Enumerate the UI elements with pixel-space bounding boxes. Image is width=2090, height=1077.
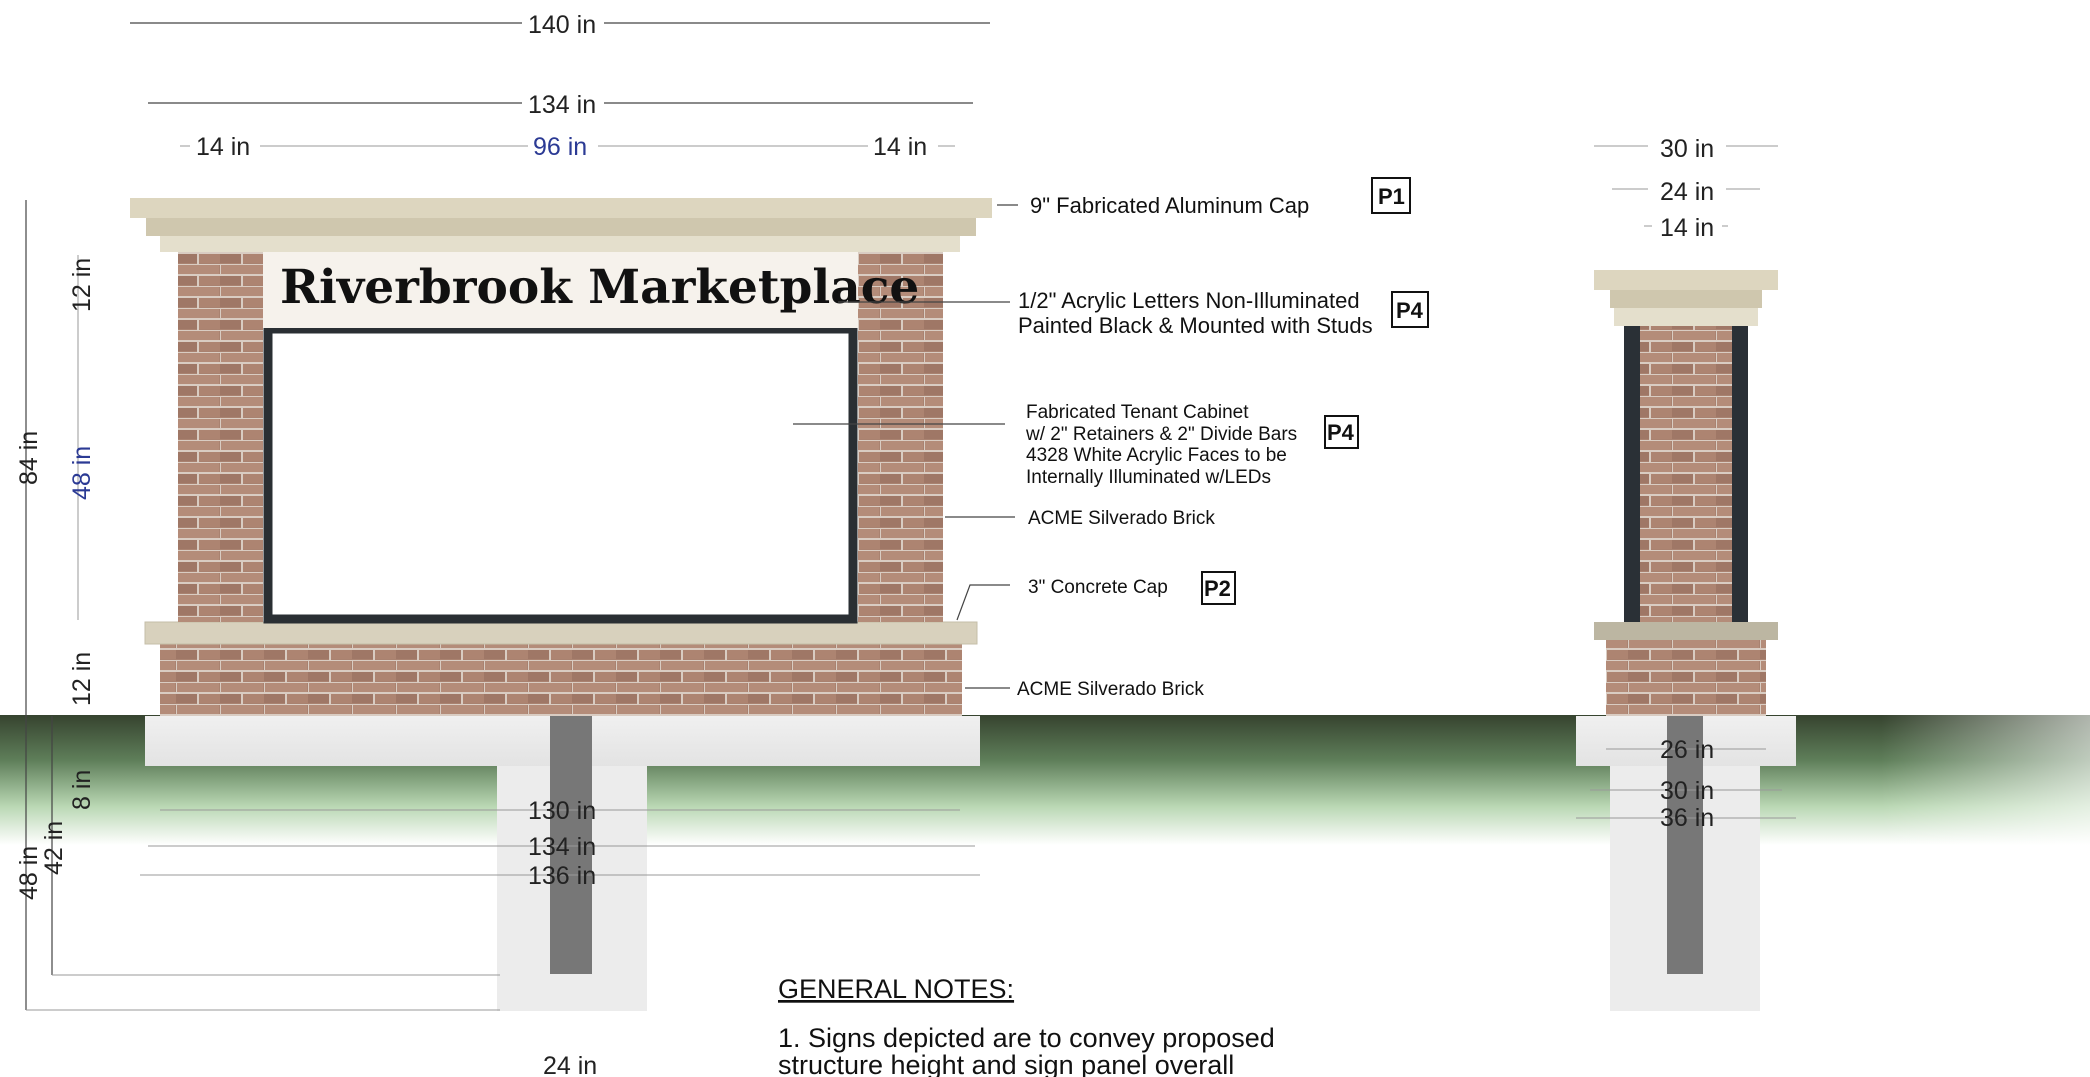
dim-8: 8 in [68,770,96,810]
callout-cabinet-line3: 4328 White Acrylic Faces to be [1026,445,1287,466]
dim-140: 140 in [528,11,596,39]
dim-48-blue: 48 in [68,446,96,500]
callout-cap-tag: P1 [1378,184,1405,209]
general-notes: GENERAL NOTES: 1. Signs depicted are to … [778,974,1275,1077]
callout-letters-line2: Painted Black & Mounted with Studs [1018,313,1373,338]
dim-136: 136 in [528,862,596,890]
left-pillar [178,252,263,622]
dim-96: 96 in [533,133,587,161]
dim-84: 84 in [15,431,43,485]
callout-cabinet-tag: P4 [1327,420,1355,445]
dim-48-below: 48 in [15,846,43,900]
callout-letters-tag: P4 [1396,298,1424,323]
callout-cap-text: 9" Fabricated Aluminum Cap [1030,193,1309,218]
sign-title: Riverbrook Marketplace [280,260,919,315]
dim-12-base: 12 in [68,652,96,706]
callout-brick-pillar: ACME Silverado Brick [1028,508,1215,529]
callout-concrete-tag: P2 [1204,576,1231,601]
callout-cabinet: Fabricated Tenant Cabinet w/ 2" Retainer… [1025,402,1359,488]
top-dimensions: 140 in 134 in 14 in 96 in 14 in [190,8,938,161]
callout-cabinet-line1: Fabricated Tenant Cabinet [1026,402,1249,423]
aluminum-cap [130,198,992,252]
side-dim-30: 30 in [1660,135,1714,163]
side-dim-14: 14 in [1660,214,1714,242]
sign-elevation-drawing: Riverbrook Marketplace 140 in 134 in 14 … [0,8,2090,1077]
notes-heading: GENERAL NOTES: [778,974,1014,1004]
callout-concrete: 3" Concrete Cap P2 [1028,571,1236,605]
callout-letters: 1/2" Acrylic Letters Non-Illuminated Pai… [1018,288,1429,338]
dim-24: 24 in [543,1052,597,1077]
concrete-cap [144,621,978,645]
callout-letters-line1: 1/2" Acrylic Letters Non-Illuminated [1018,288,1360,313]
notes-line2: structure height and sign panel overall [778,1050,1234,1077]
side-dim-26: 26 in [1660,736,1714,764]
dim-134: 134 in [528,91,596,119]
brick-base [160,642,962,716]
callout-cap: 9" Fabricated Aluminum Cap P1 [1030,177,1411,218]
side-dim-30-footing: 30 in [1660,777,1714,805]
callout-cabinet-line2: w/ 2" Retainers & 2" Divide Bars [1025,424,1297,445]
side-view [1576,270,1796,1011]
side-dim-36: 36 in [1660,804,1714,832]
callout-cabinet-line4: Internally Illuminated w/LEDs [1026,467,1271,488]
callout-brick-base: ACME Silverado Brick [1017,679,1204,700]
dim-130: 130 in [528,797,596,825]
dim-14-left: 14 in [196,133,250,161]
callout-brick2-text: ACME Silverado Brick [1017,679,1204,700]
side-dim-24: 24 in [1660,178,1714,206]
callout-concrete-text: 3" Concrete Cap [1028,577,1168,598]
notes-line1: 1. Signs depicted are to convey proposed [778,1023,1275,1053]
tenant-cabinet [263,324,858,624]
callout-brick1-text: ACME Silverado Brick [1028,508,1215,529]
dim-14-right: 14 in [873,133,927,161]
dim-42: 42 in [40,821,68,875]
dim-12-top: 12 in [68,258,96,312]
dim-134-footing: 134 in [528,833,596,861]
